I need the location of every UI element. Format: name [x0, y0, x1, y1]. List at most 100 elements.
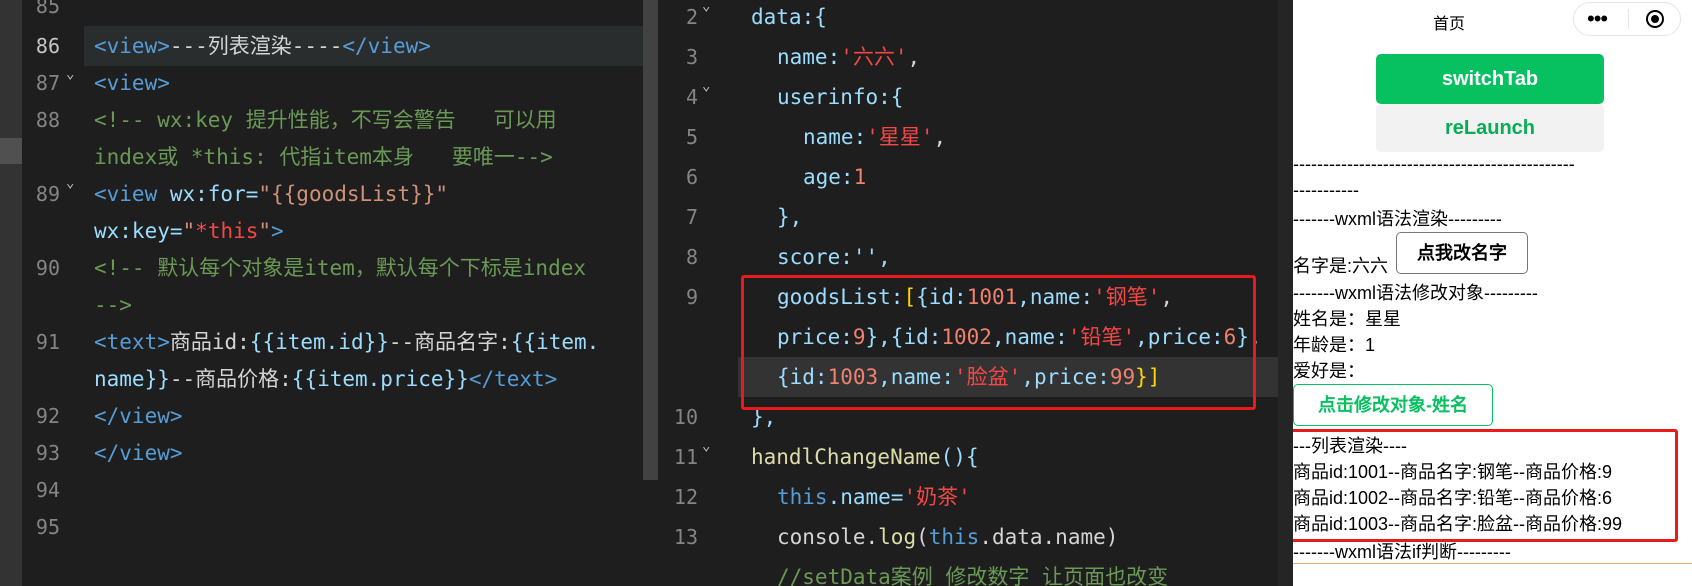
code-token: wx:key= — [94, 219, 183, 243]
code-token: </text> — [468, 367, 558, 391]
modify-object-button[interactable]: 点击修改对象-姓名 — [1293, 384, 1493, 426]
highlight-box — [1293, 429, 1678, 542]
line-number: 5 — [685, 125, 698, 149]
section-heading: -------wxml语法if判断--------- — [1293, 542, 1511, 562]
code-token: '星星' — [866, 125, 934, 149]
code-token: (){ — [940, 445, 979, 469]
capsule-button[interactable]: ••• — [1573, 2, 1681, 36]
code-token: <text> — [94, 330, 170, 354]
code-token: <view — [94, 182, 158, 206]
code-token: --商品名字: — [388, 330, 511, 354]
code-token: {{item. — [510, 330, 600, 354]
line-number: 8 — [685, 245, 698, 269]
line-number: 95 — [35, 515, 60, 539]
line-number: 86 — [35, 34, 60, 58]
age-text: 年龄是：1 — [1293, 335, 1376, 355]
line-number: 6 — [685, 165, 698, 189]
line-number: 87 — [35, 71, 60, 95]
code-token: userinfo:{ — [777, 85, 904, 109]
line-number: 94 — [35, 478, 60, 502]
code-comment: //setData案例 修改数字 让页面也改变 — [777, 565, 1169, 586]
code-token: , — [907, 45, 921, 69]
code-token: name: — [803, 125, 867, 149]
code-token: log — [878, 525, 917, 549]
close-miniprogram-icon[interactable] — [1646, 10, 1664, 28]
code-token: *this — [195, 219, 259, 243]
line-number: 88 — [35, 108, 60, 132]
line-number: 4 — [685, 85, 698, 109]
line-number: 10 — [673, 405, 698, 429]
code-token: --商品价格: — [169, 367, 292, 391]
more-icon[interactable]: ••• — [1587, 6, 1608, 32]
code-token: age: — [803, 165, 854, 189]
line-number: 9 — [685, 285, 698, 309]
line-number-gutter: 2 3 4 5 6 7 8 9 10 11 12 13 ⌄ ⌄ ⌄ — [658, 0, 728, 586]
fold-chevron-icon[interactable]: ⌄ — [702, 438, 710, 454]
separator-line: ----------------------------------------… — [1293, 154, 1575, 174]
code-comment: --> — [94, 293, 132, 317]
line-number: 13 — [673, 525, 698, 549]
scrollbar[interactable] — [643, 0, 658, 480]
code-token: this — [777, 485, 828, 509]
code-token: 1 — [853, 165, 867, 189]
code-token: </view> — [94, 441, 183, 465]
fold-chevron-icon[interactable]: ⌄ — [66, 175, 74, 191]
code-token: }, — [777, 205, 803, 229]
code-token: '奶茶' — [903, 485, 971, 509]
code-token: "{{goodsList}}" — [258, 182, 449, 206]
separator-line: ----------- — [1293, 180, 1359, 200]
fold-chevron-icon[interactable]: ⌄ — [702, 0, 710, 14]
scrollbar[interactable] — [1278, 0, 1293, 586]
relaunch-button[interactable]: reLaunch — [1376, 104, 1604, 152]
code-token: <view> — [94, 71, 170, 95]
code-token: console. — [777, 525, 879, 549]
code-token: " — [258, 219, 272, 243]
line-number: 92 — [35, 404, 60, 428]
fold-chevron-icon[interactable]: ⌄ — [702, 78, 710, 94]
line-number: 2 — [685, 5, 698, 29]
code-token: name: — [777, 45, 841, 69]
line-number: 3 — [685, 45, 698, 69]
fullname-text: 姓名是：星星 — [1293, 309, 1401, 329]
change-name-button[interactable]: 点我改名字 — [1396, 232, 1528, 274]
line-number: 93 — [35, 441, 60, 465]
line-number: 91 — [35, 330, 60, 354]
code-token: {{item.id}} — [249, 330, 389, 354]
code-token: '六六' — [840, 45, 908, 69]
hobby-text: 爱好是： — [1293, 361, 1365, 381]
code-comment: <!-- 默认每个对象是item，默认每个下标是index — [94, 256, 587, 280]
left-code-editor[interactable]: 85 86 87 88 89 90 91 92 93 94 95 ⌄ ⌄ <vi… — [0, 0, 658, 586]
right-code-editor[interactable]: 2 3 4 5 6 7 8 9 10 11 12 13 ⌄ ⌄ ⌄ data:{… — [658, 0, 1293, 586]
highlight-box — [741, 275, 1256, 410]
code-token: , — [933, 125, 947, 149]
code-token: wx:for= — [157, 182, 259, 206]
code-token: 商品id: — [169, 330, 250, 354]
activity-bar — [0, 0, 22, 586]
divider — [1293, 563, 1692, 586]
code-token: this — [928, 525, 980, 549]
name-label: 名字是:六六 — [1293, 256, 1389, 276]
line-number: 90 — [35, 256, 60, 280]
code-token: .data.name) — [979, 525, 1119, 549]
line-number: 7 — [685, 205, 698, 229]
simulator-preview: 首页 ••• switchTab reLaunch --------------… — [1293, 0, 1692, 586]
switchtab-button[interactable]: switchTab — [1376, 54, 1604, 104]
activity-indicator — [0, 138, 22, 164]
code-token: </view> — [342, 34, 431, 58]
line-number-gutter: 85 86 87 88 89 90 91 92 93 94 95 ⌄ ⌄ — [22, 0, 84, 586]
line-number: 85 — [35, 0, 60, 18]
line-number: 11 — [673, 445, 698, 469]
nav-bar: 首页 ••• — [1293, 0, 1692, 44]
code-token: handlChangeName — [751, 445, 941, 469]
line-number: 12 — [673, 485, 698, 509]
line-number: 89 — [35, 182, 60, 206]
divider — [1628, 9, 1629, 29]
code-token: </view> — [94, 404, 183, 428]
code-comment: index或 *this: 代指item本身 要唯一--> — [94, 145, 553, 169]
code-token: <view> — [94, 34, 170, 58]
code-token: " — [182, 219, 196, 243]
code-comment: <!-- wx:key 提升性能，不写会警告 可以用 — [94, 108, 557, 132]
code-token: ( — [916, 525, 929, 549]
code-token: score:'', — [777, 245, 891, 269]
fold-chevron-icon[interactable]: ⌄ — [66, 66, 74, 82]
